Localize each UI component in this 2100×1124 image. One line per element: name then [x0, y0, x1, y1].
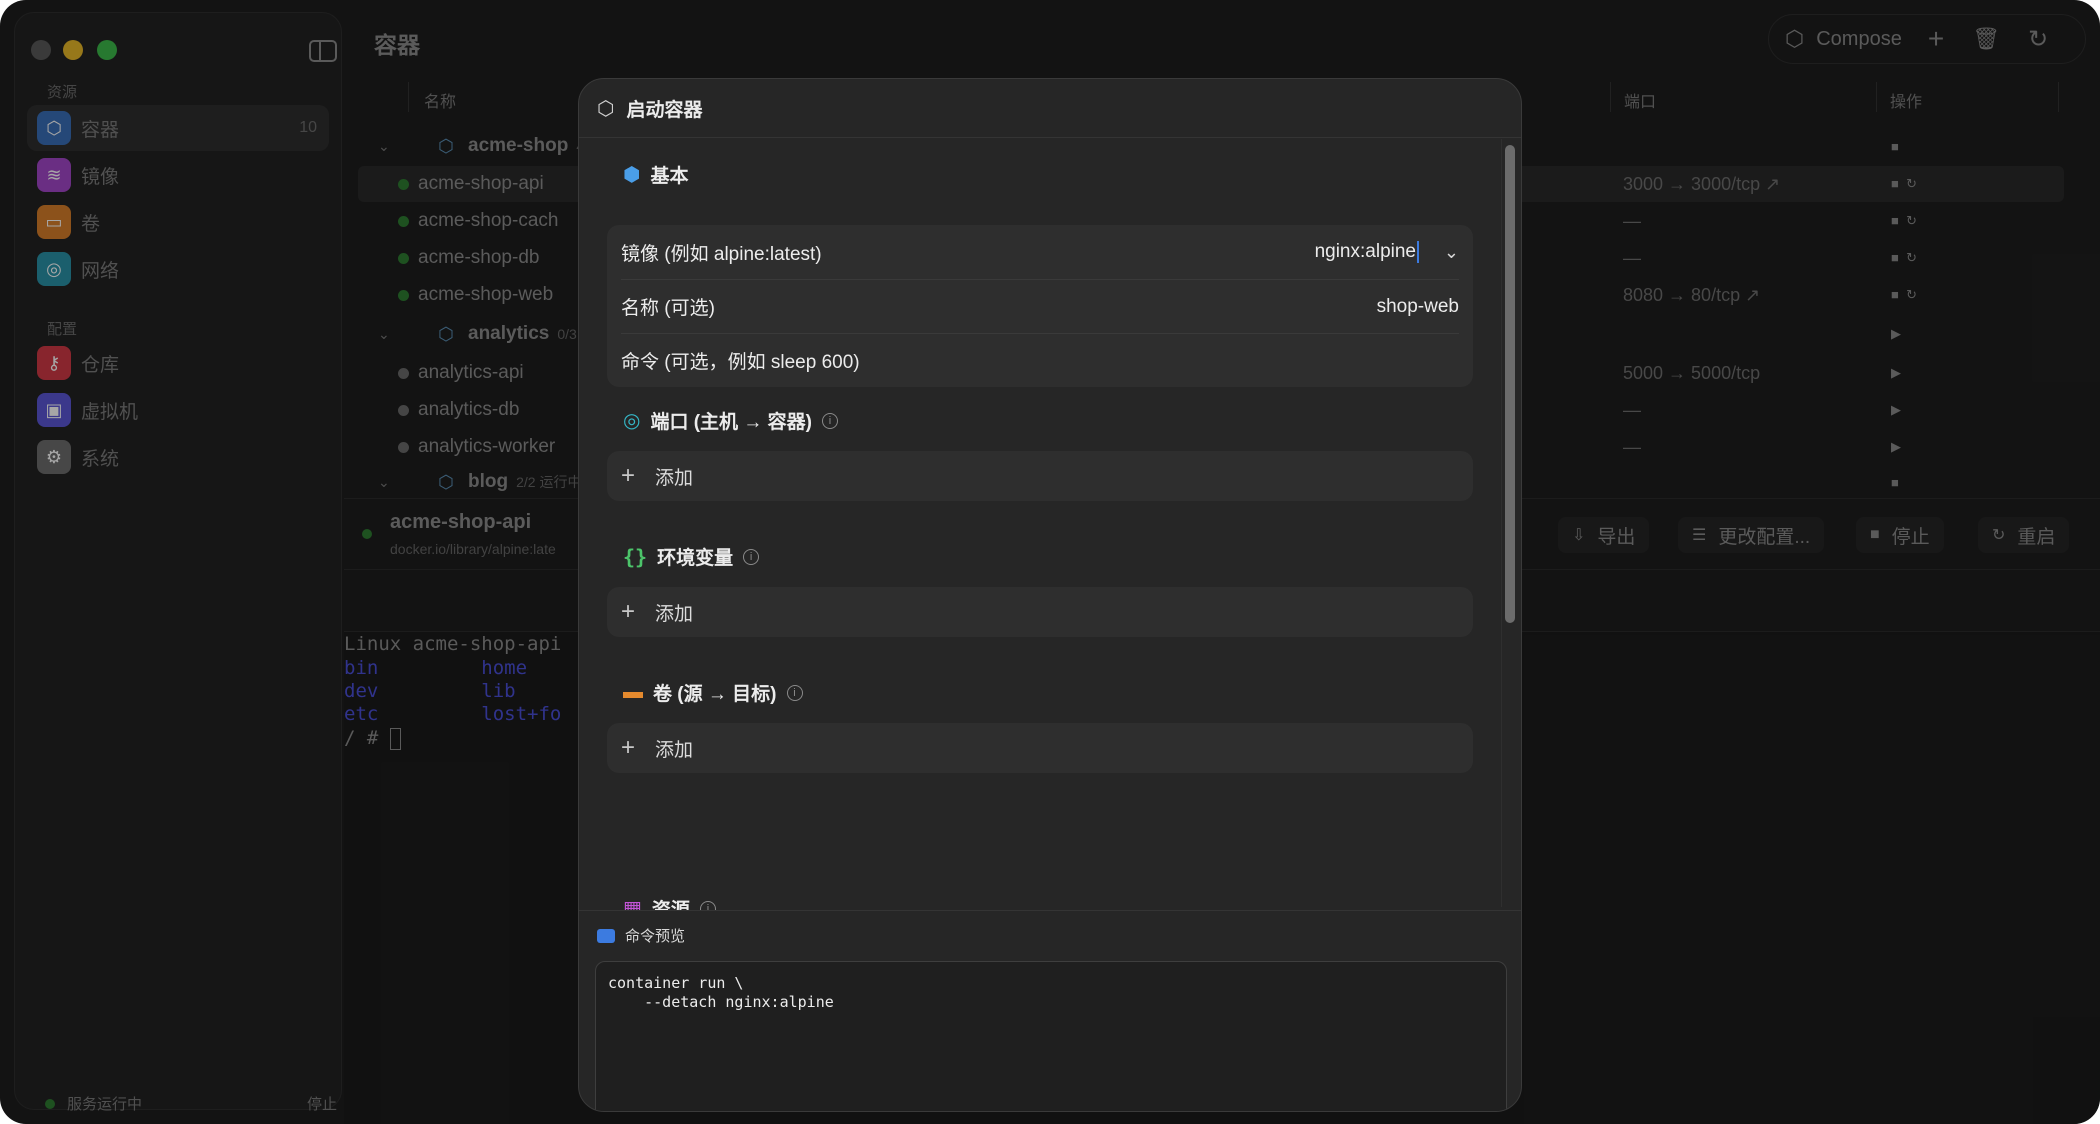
dialog-title: 启动容器 — [626, 99, 703, 121]
ports-card: + 添加 — [607, 451, 1473, 501]
section-volumes-label: 卷 (源 → 目标) — [653, 684, 777, 705]
command-preview-label: 命令预览 — [625, 928, 686, 945]
chip-icon: ▦ — [623, 898, 642, 910]
cube-icon: ⬢ — [623, 164, 641, 186]
command-preview-title: 命令预览 — [597, 925, 685, 946]
image-field[interactable]: 镜像 (例如 alpine:latest) nginx:alpine ⌄ — [621, 225, 1459, 279]
add-port-label: 添加 — [655, 467, 694, 489]
section-resources-title: ▦ 资源 i — [623, 895, 716, 910]
add-port-button[interactable]: + 添加 — [621, 451, 693, 501]
env-card: + 添加 — [607, 587, 1473, 637]
basic-card: 镜像 (例如 alpine:latest) nginx:alpine ⌄ 名称 … — [607, 225, 1473, 387]
section-volumes-title: ▬ 卷 (源 → 目标) i — [623, 679, 803, 706]
cube-icon: ⬡ — [597, 97, 615, 120]
image-value-text: nginx:alpine — [1314, 241, 1416, 262]
plus-icon: + — [621, 462, 636, 489]
add-volume-label: 添加 — [655, 739, 694, 761]
add-env-label: 添加 — [655, 603, 694, 625]
command-field[interactable]: 命令 (可选，例如 sleep 600) — [621, 333, 1459, 387]
name-value[interactable]: shop-web — [1377, 296, 1459, 318]
add-volume-button[interactable]: + 添加 — [621, 723, 693, 773]
section-env-title: {} 环境变量 i — [623, 543, 760, 570]
section-resources-label: 资源 — [652, 895, 690, 910]
section-env-label: 环境变量 — [657, 548, 734, 569]
dialog-header: ⬡ 启动容器 — [579, 79, 1521, 138]
terminal-icon — [597, 928, 615, 943]
plus-icon: + — [621, 734, 636, 761]
info-icon[interactable]: i — [699, 900, 716, 910]
globe-icon: ◎ — [623, 410, 641, 432]
dialog-footer: 命令预览 container run \ --detach nginx:alpi… — [579, 910, 1521, 1111]
add-env-button[interactable]: + 添加 — [621, 587, 693, 637]
text-cursor — [1417, 240, 1419, 263]
braces-icon: {} — [623, 544, 648, 569]
info-icon[interactable]: i — [743, 548, 760, 565]
scrollbar-thumb[interactable] — [1505, 145, 1515, 623]
image-field-label: 镜像 (例如 alpine:latest) — [621, 243, 822, 265]
dialog-scroll-area[interactable]: ⬢ 基本 镜像 (例如 alpine:latest) nginx:alpine … — [579, 139, 1521, 910]
drive-icon: ▬ — [623, 681, 643, 703]
plus-icon: + — [621, 598, 636, 625]
section-ports-title: ◎ 端口 (主机 → 容器) i — [623, 407, 838, 434]
section-ports-label: 端口 (主机 → 容器) — [650, 412, 812, 433]
chevron-down-icon[interactable]: ⌄ — [1444, 242, 1459, 263]
volumes-card: + 添加 — [607, 723, 1473, 773]
section-basic-title: ⬢ 基本 — [623, 161, 688, 188]
start-container-dialog: ⬡ 启动容器 ⬢ 基本 镜像 (例如 alpine:latest) nginx:… — [578, 78, 1522, 1112]
section-basic-label: 基本 — [650, 166, 689, 187]
name-field[interactable]: 名称 (可选) shop-web — [621, 279, 1459, 333]
name-field-label: 名称 (可选) — [621, 298, 715, 319]
info-icon[interactable]: i — [786, 684, 803, 701]
command-preview-box[interactable]: container run \ --detach nginx:alpine — [595, 961, 1507, 1111]
app-window: 资源 ⬡ 容器 10 ≋ 镜像 ▭ 卷 ◎ 网络 配置 ⚷ 仓库 ▣ 虚拟机 ⚙ — [0, 0, 2100, 1124]
image-value[interactable]: nginx:alpine — [1314, 240, 1419, 263]
command-field-label: 命令 (可选，例如 sleep 600) — [621, 352, 860, 373]
info-icon[interactable]: i — [821, 412, 838, 429]
